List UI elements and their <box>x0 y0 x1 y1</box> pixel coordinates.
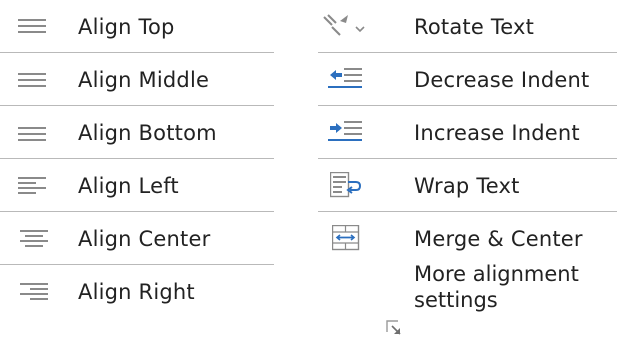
decrease-indent-icon <box>318 53 368 106</box>
increase-indent-button[interactable]: Increase Indent <box>318 106 617 159</box>
align-center-icon <box>0 212 50 265</box>
dialog-launcher-icon[interactable] <box>386 320 402 336</box>
align-top-icon <box>0 0 50 53</box>
align-bottom-button[interactable]: Align Bottom <box>0 106 274 159</box>
wrap-text-icon <box>318 159 368 212</box>
decrease-indent-label: Decrease Indent <box>414 68 590 92</box>
align-left-icon <box>0 159 50 212</box>
more-alignment-line1: More alignment <box>414 262 579 286</box>
align-center-button[interactable]: Align Center <box>0 212 274 265</box>
more-alignment-line2: settings <box>414 288 498 312</box>
align-left-label: Align Left <box>78 174 179 198</box>
decrease-indent-button[interactable]: Decrease Indent <box>318 53 617 106</box>
align-middle-button[interactable]: Align Middle <box>0 53 274 106</box>
wrap-text-button[interactable]: Wrap Text <box>318 159 617 212</box>
rotate-text-button[interactable]: Rotate Text <box>318 0 617 53</box>
align-top-label: Align Top <box>78 15 175 39</box>
rotate-text-icon <box>318 0 368 53</box>
merge-center-label: Merge & Center <box>414 227 583 251</box>
align-middle-icon <box>0 53 50 106</box>
alignment-left-column: Align Top Align Middle Align Bottom Alig… <box>0 0 274 318</box>
alignment-right-column: Rotate Text Decrease Indent Increase Ind <box>318 0 617 335</box>
align-right-icon <box>0 265 50 318</box>
align-right-label: Align Right <box>78 280 195 304</box>
align-middle-label: Align Middle <box>78 68 210 92</box>
align-center-label: Align Center <box>78 227 211 251</box>
rotate-text-label: Rotate Text <box>414 15 535 39</box>
align-bottom-icon <box>0 106 50 159</box>
align-right-button[interactable]: Align Right <box>0 265 274 318</box>
align-left-button[interactable]: Align Left <box>0 159 274 212</box>
align-top-button[interactable]: Align Top <box>0 0 274 53</box>
wrap-text-label: Wrap Text <box>414 174 520 198</box>
merge-center-icon <box>318 212 368 265</box>
merge-center-button[interactable]: Merge & Center <box>318 212 617 265</box>
align-bottom-label: Align Bottom <box>78 121 217 145</box>
increase-indent-label: Increase Indent <box>414 121 580 145</box>
increase-indent-icon <box>318 106 368 159</box>
more-alignment-settings-label: More alignment settings <box>414 261 579 313</box>
